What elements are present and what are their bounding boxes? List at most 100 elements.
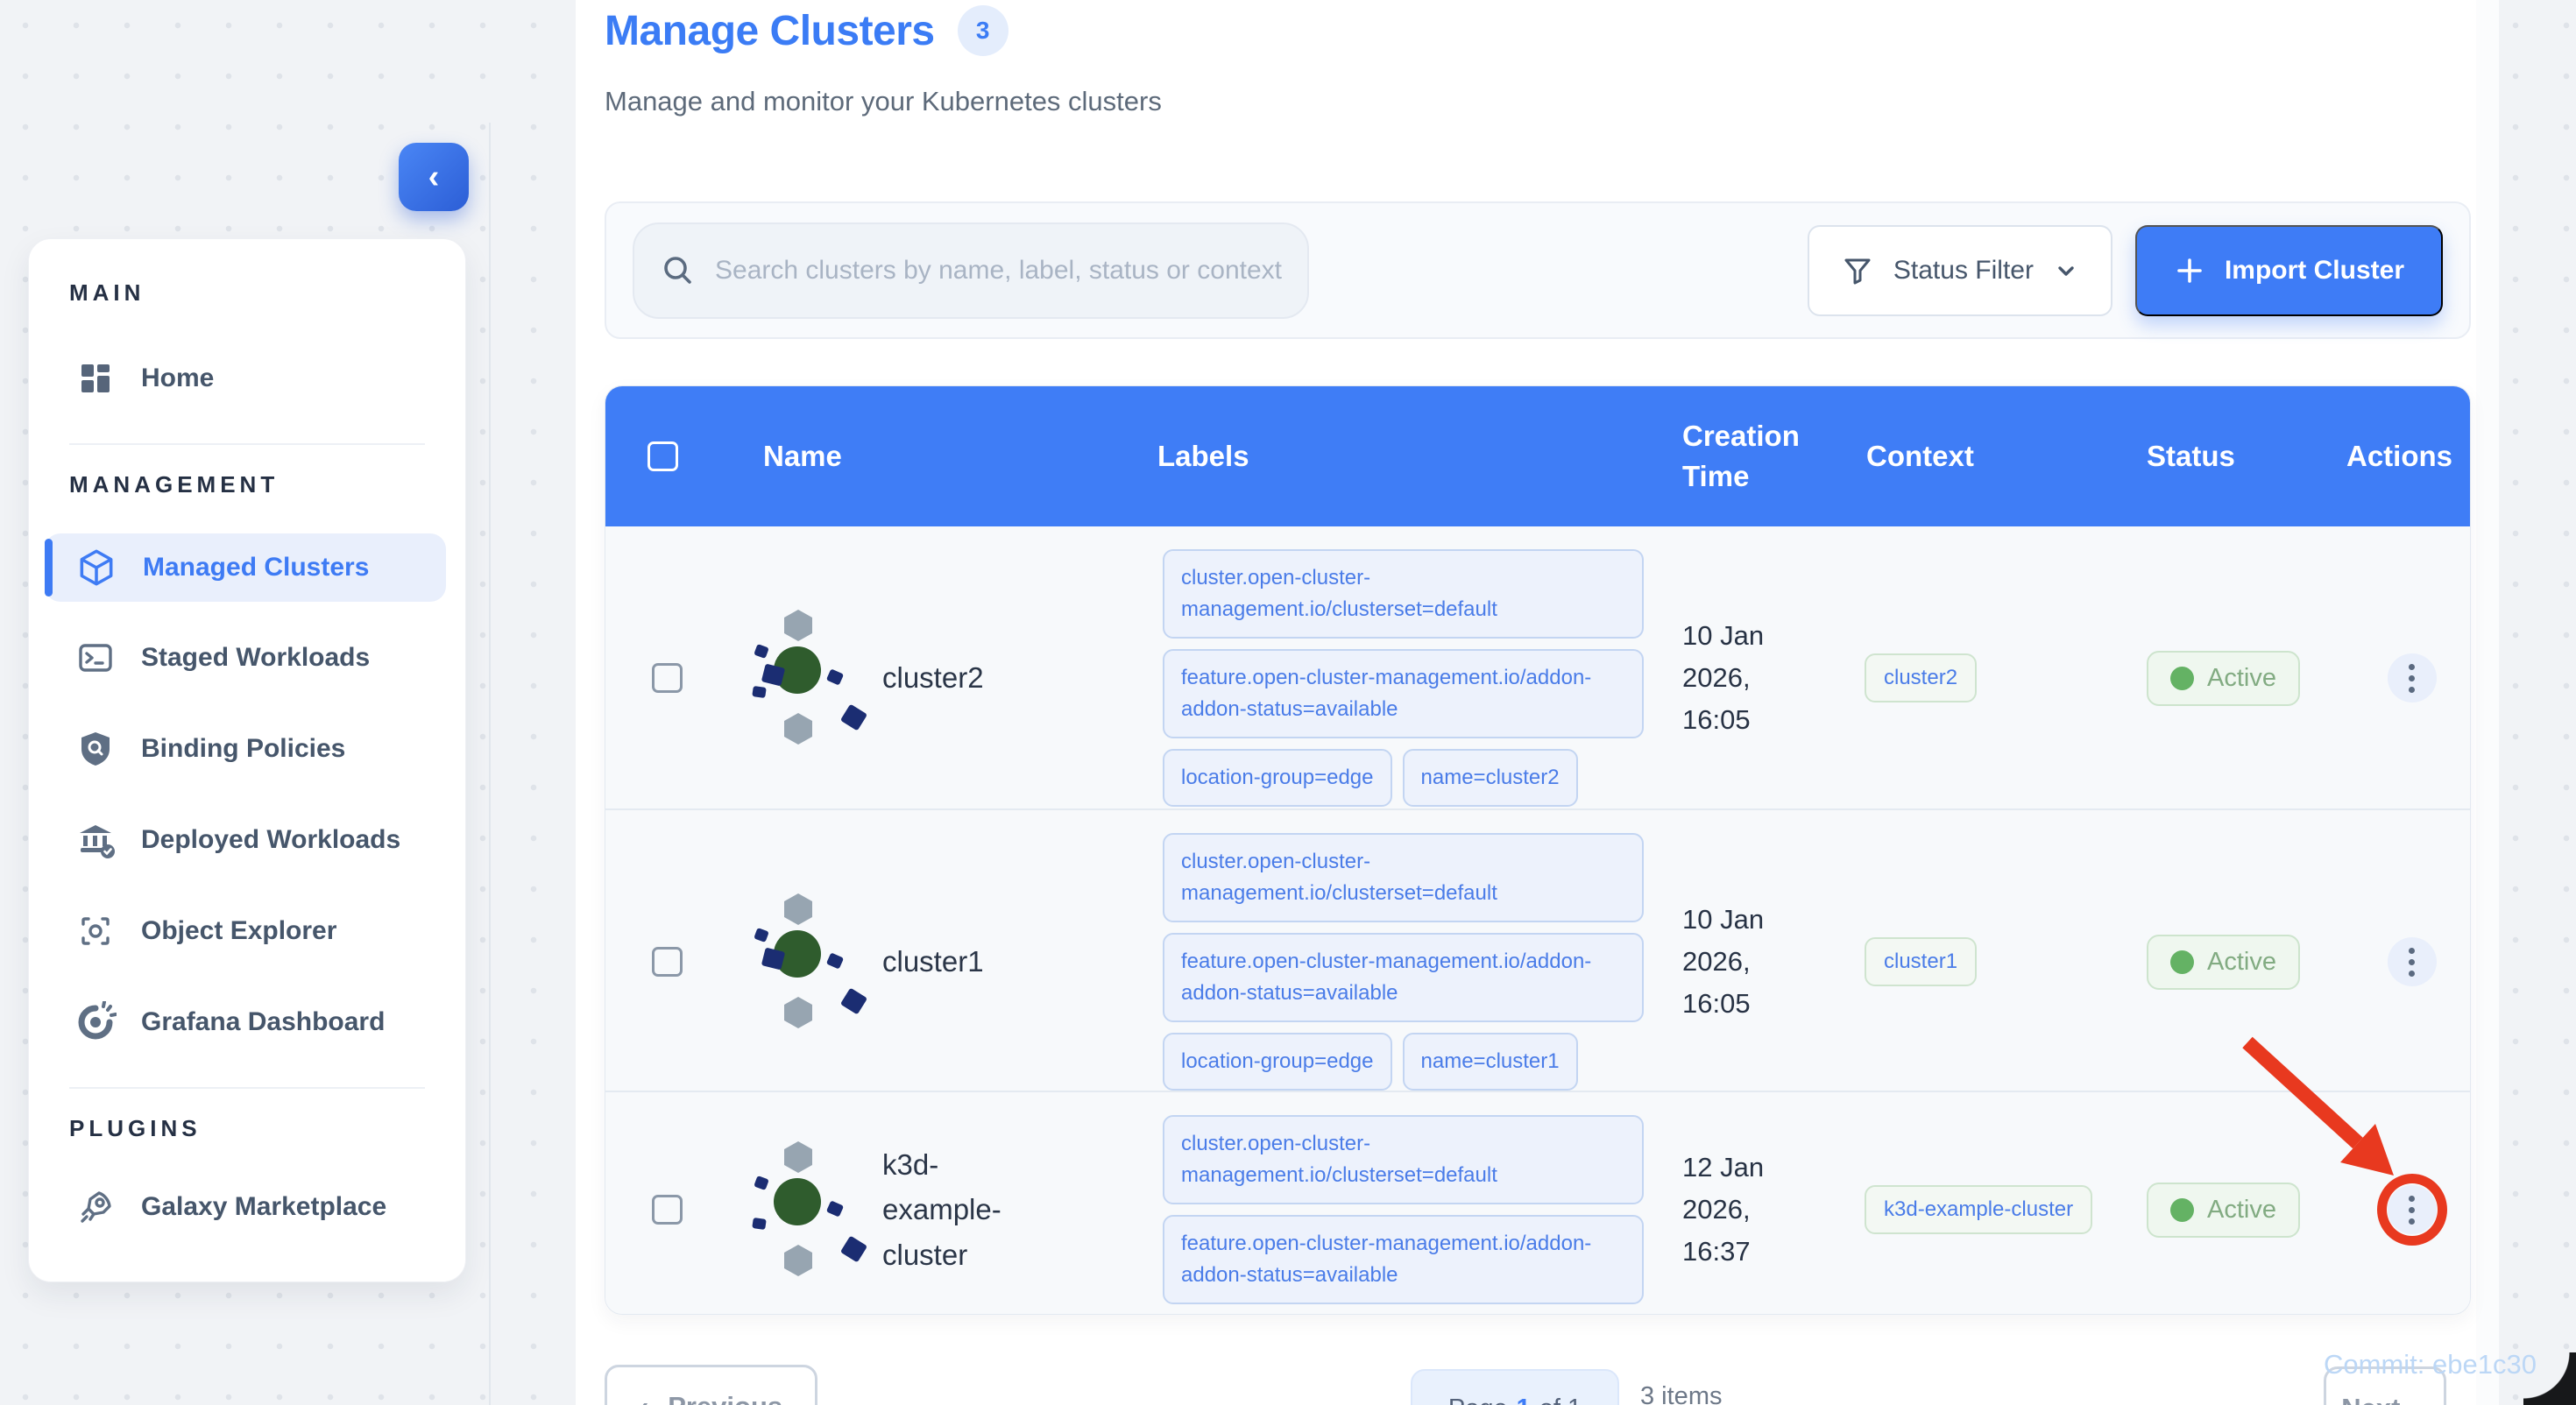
sidebar-item-label: Grafana Dashboard: [141, 1007, 386, 1036]
sidebar-item-label: Object Explorer: [141, 916, 337, 945]
table-header-row: Name Labels Creation Time Context Status…: [605, 386, 2470, 526]
chevron-down-icon: [2058, 265, 2074, 276]
page-indicator: Page 1 of 1: [1411, 1369, 1619, 1405]
sidebar-item-label: Binding Policies: [141, 734, 346, 763]
status-badge: Active: [2147, 1182, 2300, 1238]
sidebar: MAIN Home MANAGEMENT Managed Clusters St…: [28, 238, 466, 1282]
label-chip: cluster.open-cluster-management.io/clust…: [1163, 1115, 1644, 1204]
page-title: Manage Clusters: [605, 7, 935, 54]
sidebar-item-deployed-workloads[interactable]: Deployed Workloads: [64, 805, 430, 875]
context-chip[interactable]: cluster1: [1865, 937, 1978, 986]
status-badge: Active: [2147, 934, 2300, 990]
current-page-number: 1: [1517, 1394, 1531, 1405]
cluster-icon: [740, 892, 868, 1032]
dashboard-icon: [81, 364, 110, 392]
creation-time: 10 Jan 2026, 16:05: [1682, 903, 1765, 1020]
label-chip: feature.open-cluster-management.io/addon…: [1163, 649, 1644, 738]
column-header-status: Status: [2147, 440, 2235, 472]
sidebar-item-home[interactable]: Home: [64, 343, 430, 413]
sidebar-section-management: MANAGEMENT: [69, 471, 280, 498]
rocket-icon: [81, 1191, 111, 1223]
column-header-context: Context: [1866, 440, 1974, 472]
items-count: 3 items: [1640, 1382, 1723, 1405]
cluster-count-badge: 3: [957, 5, 1008, 56]
cluster-icon: [740, 1140, 868, 1280]
sidebar-main-divider: [489, 123, 491, 1405]
sidebar-divider: [69, 1087, 425, 1089]
cluster-name: cluster1: [882, 945, 984, 978]
table-row-cluster1: cluster1 cluster.open-cluster-management…: [605, 808, 2470, 1091]
sidebar-section-main: MAIN: [69, 279, 145, 306]
sidebar-item-label: Deployed Workloads: [141, 825, 401, 854]
status-badge: Active: [2147, 650, 2300, 706]
column-header-actions: Actions: [2346, 440, 2453, 472]
search-placeholder: Search clusters by name, label, status o…: [715, 255, 1282, 285]
sidebar-item-label: Home: [141, 364, 215, 392]
label-chip: name=cluster1: [1402, 1033, 1578, 1091]
row-actions-button-annotated[interactable]: [2376, 1174, 2447, 1246]
cube-icon: [80, 549, 113, 586]
status-filter-button[interactable]: Status Filter: [1807, 224, 2112, 316]
column-header-labels: Labels: [1157, 440, 1249, 472]
sidebar-item-grafana-dashboard[interactable]: Grafana Dashboard: [64, 987, 430, 1057]
table-row-k3d-example-cluster: k3d-example-cluster cluster.open-cluster…: [605, 1091, 2470, 1314]
import-cluster-label: Import Cluster: [2224, 255, 2404, 285]
sidebar-item-managed-clusters[interactable]: Managed Clusters: [45, 533, 446, 602]
row-actions-button[interactable]: [2387, 937, 2437, 986]
creation-time: 10 Jan 2026, 16:05: [1682, 619, 1765, 736]
label-chip: cluster.open-cluster-management.io/clust…: [1163, 833, 1644, 922]
main-content: Manage Clusters 3 Manage and monitor you…: [576, 0, 2499, 1405]
label-chip: location-group=edge: [1163, 1033, 1392, 1091]
terminal-icon: [79, 644, 112, 672]
search-icon: [664, 256, 691, 284]
sidebar-item-binding-policies[interactable]: Binding Policies: [64, 714, 430, 784]
sidebar-item-staged-workloads[interactable]: Staged Workloads: [64, 623, 430, 693]
sidebar-section-plugins: PLUGINS: [69, 1115, 202, 1141]
scan-icon: [81, 917, 110, 945]
label-chip: feature.open-cluster-management.io/addon…: [1163, 933, 1644, 1022]
commit-hash-label: Commit: ebe1c30: [2324, 1349, 2537, 1380]
cluster-name: k3d-example-cluster: [882, 1148, 1001, 1271]
label-chip: name=cluster2: [1402, 749, 1578, 807]
row-checkbox[interactable]: [651, 947, 683, 977]
import-cluster-button[interactable]: Import Cluster: [2134, 224, 2443, 316]
label-chip: feature.open-cluster-management.io/addon…: [1163, 1215, 1644, 1304]
row-checkbox[interactable]: [651, 1195, 683, 1225]
table-row-cluster2: cluster2 cluster.open-cluster-management…: [605, 526, 2470, 808]
cluster-icon: [740, 608, 868, 748]
previous-page-button[interactable]: ‹ Previous: [605, 1365, 817, 1405]
sidebar-item-object-explorer[interactable]: Object Explorer: [64, 896, 430, 966]
sidebar-divider: [69, 443, 425, 445]
sidebar-collapse-button[interactable]: ‹: [399, 143, 469, 211]
bank-check-icon: [80, 825, 115, 858]
status-dot-icon: [2170, 1197, 2194, 1222]
plus-icon: [2177, 258, 2202, 283]
sidebar-item-galaxy-marketplace[interactable]: Galaxy Marketplace: [64, 1172, 430, 1242]
cluster-name: cluster2: [882, 661, 984, 695]
chevron-left-icon: ‹: [640, 1391, 648, 1405]
sidebar-item-label: Managed Clusters: [143, 553, 370, 582]
sidebar-item-label: Galaxy Marketplace: [141, 1192, 387, 1221]
window-corner: [2523, 1352, 2576, 1405]
context-chip[interactable]: cluster2: [1865, 653, 1978, 702]
row-actions-button[interactable]: [2387, 653, 2437, 702]
search-input[interactable]: Search clusters by name, label, status o…: [633, 222, 1309, 319]
funnel-icon: [1844, 258, 1871, 284]
shield-search-icon: [81, 732, 110, 766]
chevron-right-icon: ›: [2419, 1393, 2428, 1405]
column-header-creation-time: Creation Time: [1682, 419, 1800, 492]
select-all-checkbox[interactable]: [647, 441, 678, 471]
creation-time: 12 Jan 2026, 16:37: [1682, 1151, 1765, 1267]
column-header-name: Name: [763, 440, 842, 472]
status-dot-icon: [2170, 666, 2194, 690]
grafana-icon: [78, 1001, 117, 1040]
label-chip: cluster.open-cluster-management.io/clust…: [1163, 549, 1644, 639]
clusters-table: Name Labels Creation Time Context Status…: [605, 385, 2471, 1315]
context-chip[interactable]: k3d-example-cluster: [1865, 1185, 2093, 1234]
row-checkbox[interactable]: [651, 663, 683, 693]
toolbar: Search clusters by name, label, status o…: [605, 201, 2471, 339]
page-subtitle: Manage and monitor your Kubernetes clust…: [605, 86, 1162, 116]
status-filter-label: Status Filter: [1893, 255, 2034, 285]
sidebar-item-label: Staged Workloads: [141, 643, 371, 672]
label-chip: location-group=edge: [1163, 749, 1392, 807]
